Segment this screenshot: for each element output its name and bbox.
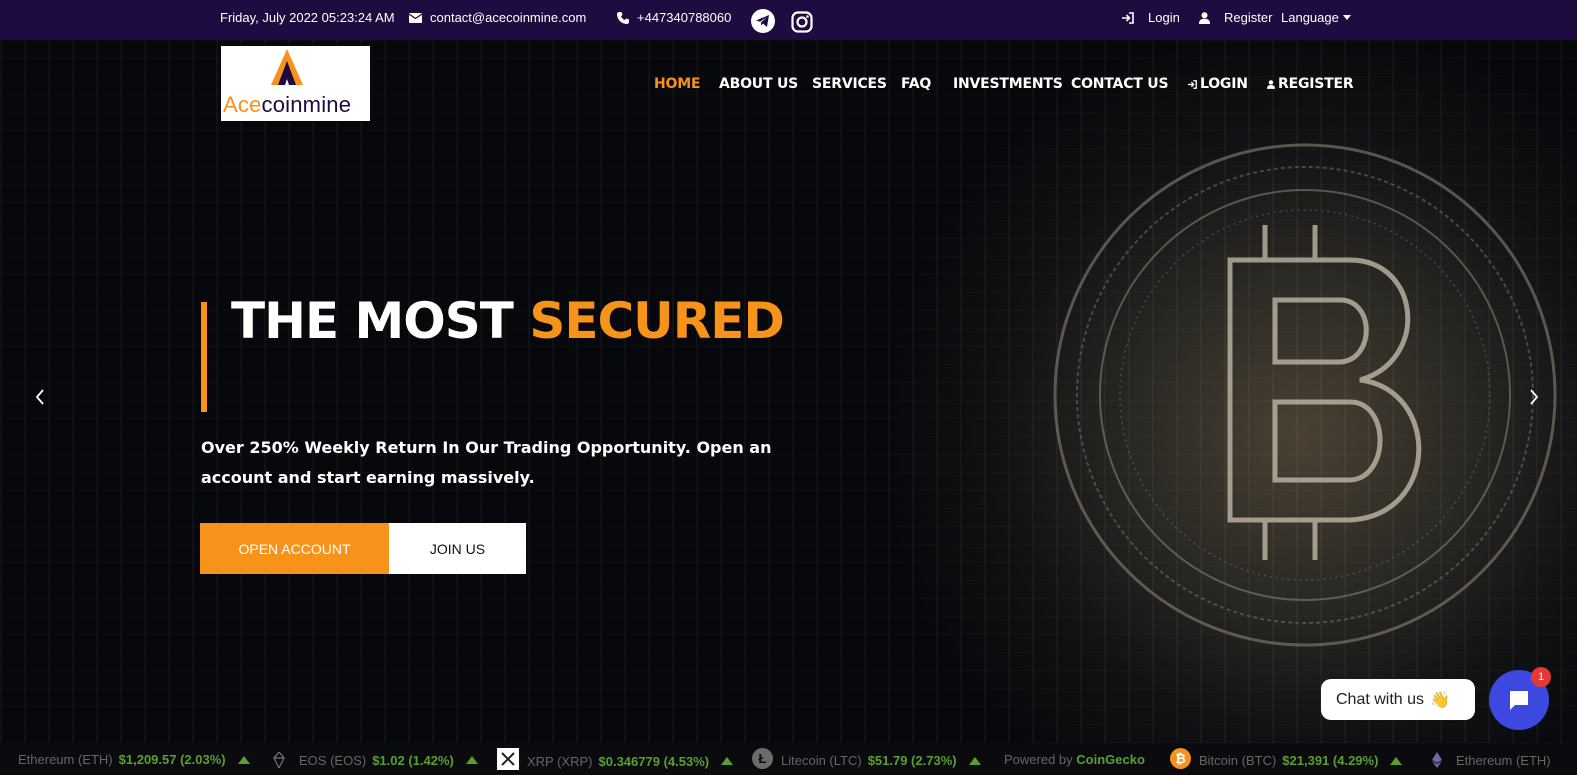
xrp-icon xyxy=(497,748,519,770)
chevron-right-icon xyxy=(1530,389,1539,405)
nav-login-label: LOGIN xyxy=(1200,76,1248,92)
nav-register-label: REGISTER xyxy=(1278,76,1354,92)
arrow-up-icon xyxy=(1390,756,1403,765)
caret-down-icon xyxy=(1342,15,1351,20)
ticker-price: $0.346779 (4.53%) xyxy=(598,753,710,769)
chat-prompt-label: Chat with us xyxy=(1336,690,1425,708)
bitcoin-coin-image xyxy=(1053,143,1557,647)
ace-logo-icon xyxy=(271,49,303,85)
join-us-button[interactable]: JOIN US xyxy=(389,523,526,574)
powered-by-coingecko[interactable]: Powered by CoinGecko xyxy=(1004,752,1145,767)
ticker-item[interactable]: ₿ Bitcoin (BTC) $21,391 (4.29%) xyxy=(1170,748,1403,769)
datetime: Friday, July 2022 05:23:24 AM xyxy=(220,10,395,25)
user-icon xyxy=(1267,79,1275,89)
hero-headline: THE MOST SECURED xyxy=(231,292,785,350)
ticker-price: $51.79 (2.73%) xyxy=(867,753,957,768)
hero-subtext: Over 250% Weekly Return In Our Trading O… xyxy=(201,438,772,487)
topbar-login-label: Login xyxy=(1148,10,1180,25)
open-account-button[interactable]: OPEN ACCOUNT xyxy=(200,523,389,574)
ticker-item[interactable]: Ł Litecoin (LTC) $51.79 (2.73%) xyxy=(752,748,981,769)
ticker-coin-name: Litecoin (LTC) xyxy=(781,753,862,768)
ticker-item[interactable]: Ethereum (ETH) $1,209.57 (2.03%) xyxy=(18,752,250,767)
nav-faq[interactable]: FAQ xyxy=(901,76,931,92)
ticker-coin-name: XRP (XRP) xyxy=(527,753,593,769)
chat-icon xyxy=(1510,691,1528,710)
slider-prev-button[interactable] xyxy=(22,377,58,417)
contact-phone[interactable]: +447340788060 xyxy=(617,10,731,25)
powered-by-label: Powered by CoinGecko xyxy=(1004,752,1145,767)
arrow-up-icon xyxy=(237,755,250,764)
slider-next-button[interactable] xyxy=(1516,377,1552,417)
nav-login[interactable]: LOGIN xyxy=(1188,76,1248,92)
chat-notification-badge: 1 xyxy=(1531,667,1551,687)
nav-services[interactable]: SERVICES xyxy=(812,76,887,92)
headline-accent-bar xyxy=(201,302,207,412)
eos-icon xyxy=(273,752,285,768)
nav-contact-us[interactable]: CONTACT US xyxy=(1071,76,1169,92)
sign-in-icon xyxy=(1122,11,1134,24)
ticker-price: $1,209.57 (2.03%) xyxy=(118,752,226,767)
topbar-login[interactable]: Login xyxy=(1122,10,1180,25)
user-icon xyxy=(1199,11,1210,24)
ticker-coin-name: Bitcoin (BTC) xyxy=(1199,753,1277,768)
phone-icon xyxy=(617,11,629,24)
language-dropdown[interactable]: Language xyxy=(1281,10,1351,25)
chevron-left-icon xyxy=(35,389,44,405)
ticker-coin-name: Ethereum (ETH) xyxy=(18,752,113,767)
litecoin-icon: Ł xyxy=(752,748,773,769)
nav-about-us[interactable]: ABOUT US xyxy=(719,76,798,92)
waving-hand-icon: 👋 xyxy=(1430,691,1450,709)
site-logo[interactable]: Acecoinmine xyxy=(221,46,370,121)
crypto-price-ticker: Ethereum (ETH) $1,209.57 (2.03%) EOS (EO… xyxy=(0,743,1577,775)
ticker-price: $21,391 (4.29%) xyxy=(1282,753,1379,768)
email-text: contact@acecoinmine.com xyxy=(430,10,587,25)
nav-register[interactable]: REGISTER xyxy=(1267,76,1354,92)
ticker-coin-name: Ethereum (ETH) xyxy=(1456,752,1551,768)
hero-slider: Acecoinmine HOME ABOUT US SERVICES FAQ I… xyxy=(0,40,1577,743)
ticker-item[interactable]: Ethereum (ETH) xyxy=(1432,752,1551,768)
ticker-price: $1.02 (1.42%) xyxy=(372,752,454,768)
instagram-link[interactable] xyxy=(791,11,813,33)
top-bar: Friday, July 2022 05:23:24 AM contact@ac… xyxy=(0,0,1577,40)
arrow-up-icon xyxy=(968,756,981,765)
instagram-icon xyxy=(791,11,813,33)
arrow-up-icon xyxy=(721,757,734,765)
topbar-register-label: Register xyxy=(1224,10,1273,25)
sign-in-icon xyxy=(1188,79,1197,89)
ticker-coin-name: EOS (EOS) xyxy=(299,752,367,768)
nav-home[interactable]: HOME xyxy=(654,76,701,92)
ticker-item[interactable]: EOS (EOS) $1.02 (1.42%) xyxy=(273,752,478,768)
phone-text: +447340788060 xyxy=(637,10,732,25)
telegram-link[interactable] xyxy=(751,9,775,33)
bitcoin-icon: ₿ xyxy=(1170,748,1191,769)
logo-wordmark: Acecoinmine xyxy=(223,92,352,117)
language-label: Language xyxy=(1281,10,1339,25)
datetime-text: Friday, July 2022 05:23:24 AM xyxy=(220,10,395,25)
chat-prompt-bubble[interactable]: Chat with us 👋 xyxy=(1321,679,1475,720)
arrow-up-icon xyxy=(465,756,478,764)
ethereum-icon xyxy=(1432,752,1442,768)
ticker-item[interactable]: XRP (XRP) $0.346779 (4.53%) xyxy=(497,748,734,770)
telegram-icon xyxy=(751,9,775,33)
topbar-register[interactable]: Register xyxy=(1199,10,1272,25)
envelope-icon xyxy=(409,12,422,23)
nav-investments[interactable]: INVESTMENTS xyxy=(953,76,1063,92)
contact-email[interactable]: contact@acecoinmine.com xyxy=(409,10,586,25)
